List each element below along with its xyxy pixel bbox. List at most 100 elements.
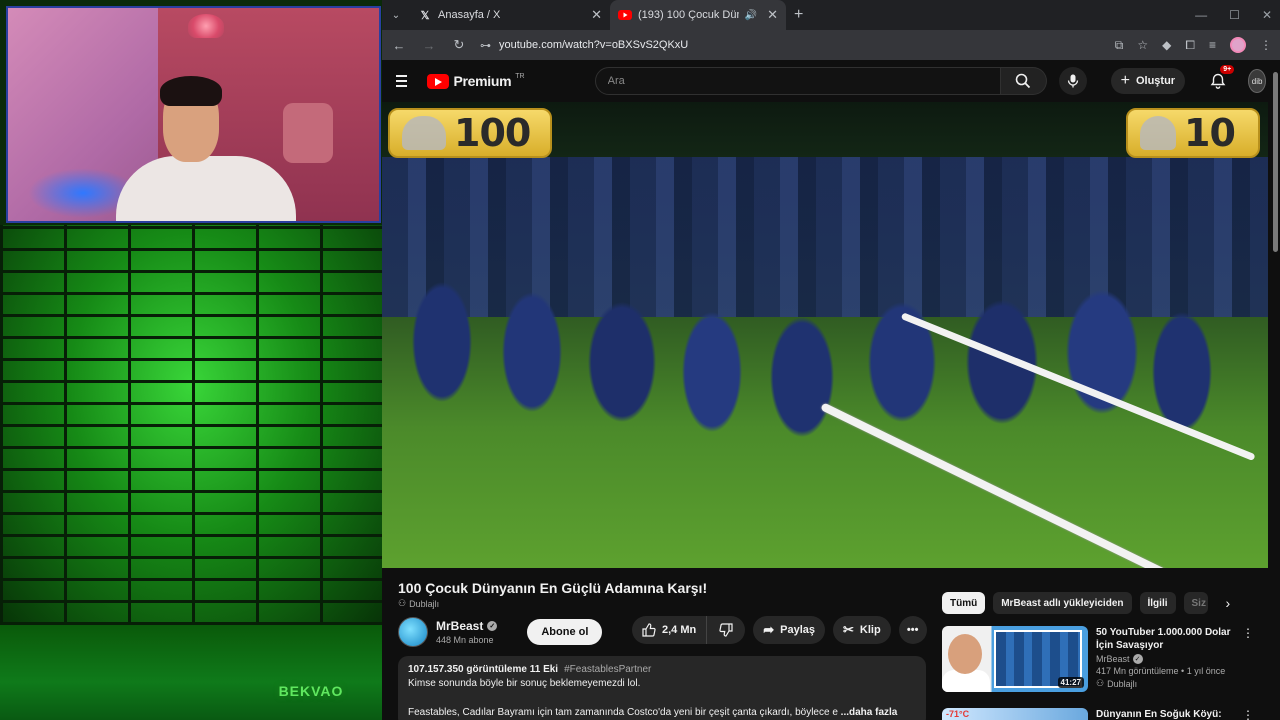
streamer-body bbox=[116, 156, 296, 221]
chip-related[interactable]: İlgili bbox=[1139, 592, 1176, 614]
more-vertical-icon[interactable]: ⋮ bbox=[1242, 708, 1254, 720]
recommendation-title[interactable]: Dünyanın En Soğuk Köyü: bbox=[1096, 708, 1234, 720]
strongman-icon bbox=[1140, 116, 1176, 150]
maximize-icon[interactable]: ☐ bbox=[1229, 8, 1240, 22]
webcam-chair bbox=[283, 103, 333, 163]
chevron-right-icon[interactable]: › bbox=[1226, 595, 1231, 611]
extensions-puzzle-icon[interactable]: ⧠ bbox=[1185, 38, 1195, 53]
site-info-icon[interactable]: ⊶ bbox=[480, 39, 491, 52]
recommendation-channel-name[interactable]: MrBeast bbox=[1096, 654, 1130, 664]
dubbed-label: Dublajlı bbox=[1107, 678, 1138, 689]
install-app-icon[interactable]: ⧉ bbox=[1115, 38, 1124, 53]
notifications-button[interactable]: 9+ bbox=[1209, 65, 1235, 93]
channel-name[interactable]: MrBeast ✓ bbox=[436, 619, 498, 633]
chip-from-uploader[interactable]: MrBeast adlı yükleyiciden bbox=[993, 592, 1132, 614]
address-bar: ← → ↻ ⊶ youtube.com/watch?v=oBXSvS2QKxU … bbox=[382, 30, 1280, 60]
screen: BEKVAO ⌄ 𝕏 Anasayfa / X ✕ (193) 100 Çocu… bbox=[0, 0, 1280, 720]
url-text[interactable]: youtube.com/watch?v=oBXSvS2QKxU bbox=[499, 39, 688, 51]
description-text: Kimse sonunda böyle bir sonuç beklemeyem… bbox=[408, 678, 641, 689]
new-tab-button[interactable]: + bbox=[786, 6, 811, 24]
description-stats-line: 107.157.350 görüntüleme 11 Eki #Feastable… bbox=[408, 664, 916, 675]
description-text-2-body: Feastables, Cadılar Bayramı için tam zam… bbox=[408, 707, 838, 718]
create-button[interactable]: + Oluştur bbox=[1110, 68, 1186, 94]
share-label: Paylaş bbox=[780, 624, 816, 636]
search-button[interactable] bbox=[1000, 67, 1047, 95]
clip-label: Klip bbox=[859, 624, 881, 636]
video-duration: 41:27 bbox=[1057, 677, 1084, 688]
tab-title: Anasayfa / X bbox=[438, 9, 501, 21]
menu-icon[interactable] bbox=[396, 75, 408, 87]
chip-all[interactable]: Tümü bbox=[942, 592, 986, 614]
thumbnail-text: -71°C bbox=[946, 709, 970, 719]
tab-youtube-video[interactable]: (193) 100 Çocuk Dünyanın E 🔊 ✕ bbox=[610, 0, 786, 30]
close-icon[interactable]: ✕ bbox=[767, 7, 778, 23]
tab-search-icon[interactable]: ⌄ bbox=[382, 0, 410, 30]
view-count-date: 107.157.350 görüntüleme 11 Eki bbox=[408, 664, 559, 675]
chip-for-you[interactable]: Siz bbox=[1183, 592, 1208, 614]
channel-avatar[interactable] bbox=[398, 617, 428, 647]
tab-title: (193) 100 Çocuk Dünyanın E bbox=[638, 9, 739, 21]
hashtag[interactable]: #FeastablesPartner bbox=[564, 664, 651, 675]
url-field[interactable]: ⊶ youtube.com/watch?v=oBXSvS2QKxU bbox=[480, 39, 688, 52]
watch-metadata: 100 Çocuk Dünyanın En Güçlü Adamına Karş… bbox=[382, 568, 1280, 720]
show-more-link[interactable]: ...daha fazla bbox=[841, 707, 898, 718]
close-icon[interactable]: ✕ bbox=[591, 7, 602, 23]
webcam-feed bbox=[6, 6, 381, 223]
tab-x-home[interactable]: 𝕏 Anasayfa / X ✕ bbox=[410, 0, 610, 30]
forward-icon[interactable]: → bbox=[420, 38, 438, 53]
scrollbar-thumb[interactable] bbox=[1273, 72, 1278, 252]
video-player[interactable]: 100 10 bbox=[382, 102, 1268, 568]
more-actions-button[interactable]: ••• bbox=[898, 616, 927, 644]
recommendation-title[interactable]: 50 YouTuber 1.000.000 Dolar İçin Savaşıy… bbox=[1096, 626, 1234, 652]
browser-toolbar: ⧉ ☆ ◆ ⧠ ≡ ⋮ bbox=[1115, 37, 1272, 53]
bookmark-star-icon[interactable]: ☆ bbox=[1137, 38, 1148, 52]
youtube-premium-logo[interactable]: Premium TR bbox=[427, 73, 525, 89]
more-vertical-icon[interactable]: ⋮ bbox=[1242, 626, 1254, 696]
webcam-lamp bbox=[188, 14, 224, 38]
account-avatar[interactable]: dib bbox=[1248, 69, 1266, 93]
scissors-icon: ✂ bbox=[843, 622, 854, 637]
dubbed-icon: ⚇ bbox=[398, 598, 407, 608]
minimize-icon[interactable]: — bbox=[1195, 8, 1207, 22]
youtube-logo-icon bbox=[618, 8, 632, 22]
recommendation-dubbed-badge: ⚇ Dublajlı bbox=[1096, 678, 1234, 689]
thumbs-up-icon bbox=[642, 623, 656, 637]
voice-search-button[interactable] bbox=[1058, 67, 1087, 95]
search-input[interactable] bbox=[594, 67, 1001, 95]
thumbnail-person-face bbox=[948, 634, 982, 674]
description-box[interactable]: 107.157.350 görüntüleme 11 Eki #Feastable… bbox=[398, 656, 926, 720]
channel-name-text[interactable]: MrBeast bbox=[436, 619, 483, 633]
browser-window: ⌄ 𝕏 Anasayfa / X ✕ (193) 100 Çocuk Dünya… bbox=[382, 0, 1280, 720]
clip-button[interactable]: ✂ Klip bbox=[833, 616, 891, 644]
dislike-button[interactable] bbox=[706, 616, 746, 644]
subscriber-count: 448 Mn abone bbox=[436, 635, 494, 645]
like-button[interactable]: 2,4 Mn bbox=[632, 616, 707, 644]
x-logo-icon: 𝕏 bbox=[420, 9, 430, 22]
video-actions: 2,4 Mn ➦ Paylaş ✂ Klip ••• bbox=[632, 616, 927, 644]
streamer-hair bbox=[160, 76, 222, 106]
recommendation-thumbnail[interactable]: -71°C bbox=[942, 708, 1088, 720]
reload-icon[interactable]: ↻ bbox=[450, 37, 468, 53]
recommendation-item[interactable]: 41:27 50 YouTuber 1.000.000 Dolar İçin S… bbox=[942, 626, 1254, 696]
youtube-masthead: Premium TR + Oluştur 9+ dib bbox=[382, 60, 1280, 102]
window-close-icon[interactable]: ✕ bbox=[1262, 8, 1272, 22]
recommendation-thumbnail[interactable]: 41:27 bbox=[942, 626, 1088, 692]
browser-menu-icon[interactable]: ⋮ bbox=[1260, 38, 1272, 52]
speaker-icon[interactable]: 🔊 bbox=[745, 10, 757, 21]
window-controls: — ☐ ✕ bbox=[1195, 0, 1272, 30]
create-label: Oluştur bbox=[1135, 75, 1176, 87]
share-button[interactable]: ➦ Paylaş bbox=[753, 616, 826, 644]
profile-avatar[interactable] bbox=[1230, 37, 1246, 53]
media-control-icon[interactable]: ≡ bbox=[1209, 38, 1216, 52]
subscribe-button[interactable]: Abone ol bbox=[527, 619, 603, 645]
video-title: 100 Çocuk Dünyanın En Güçlü Adamına Karş… bbox=[398, 580, 708, 596]
back-icon[interactable]: ← bbox=[390, 38, 408, 53]
youtube-play-icon bbox=[427, 73, 450, 89]
recommendation-item[interactable]: -71°C Dünyanın En Soğuk Köyü: ⋮ bbox=[942, 708, 1254, 720]
notification-badge: 9+ bbox=[1220, 65, 1235, 74]
dubbed-icon: ⚇ bbox=[1096, 678, 1105, 688]
strongman-count: 10 bbox=[1184, 111, 1236, 155]
bell-icon bbox=[1210, 73, 1226, 89]
extension-diamond-icon[interactable]: ◆ bbox=[1162, 38, 1171, 52]
recommendation-channel[interactable]: MrBeast ✓ bbox=[1096, 654, 1234, 664]
